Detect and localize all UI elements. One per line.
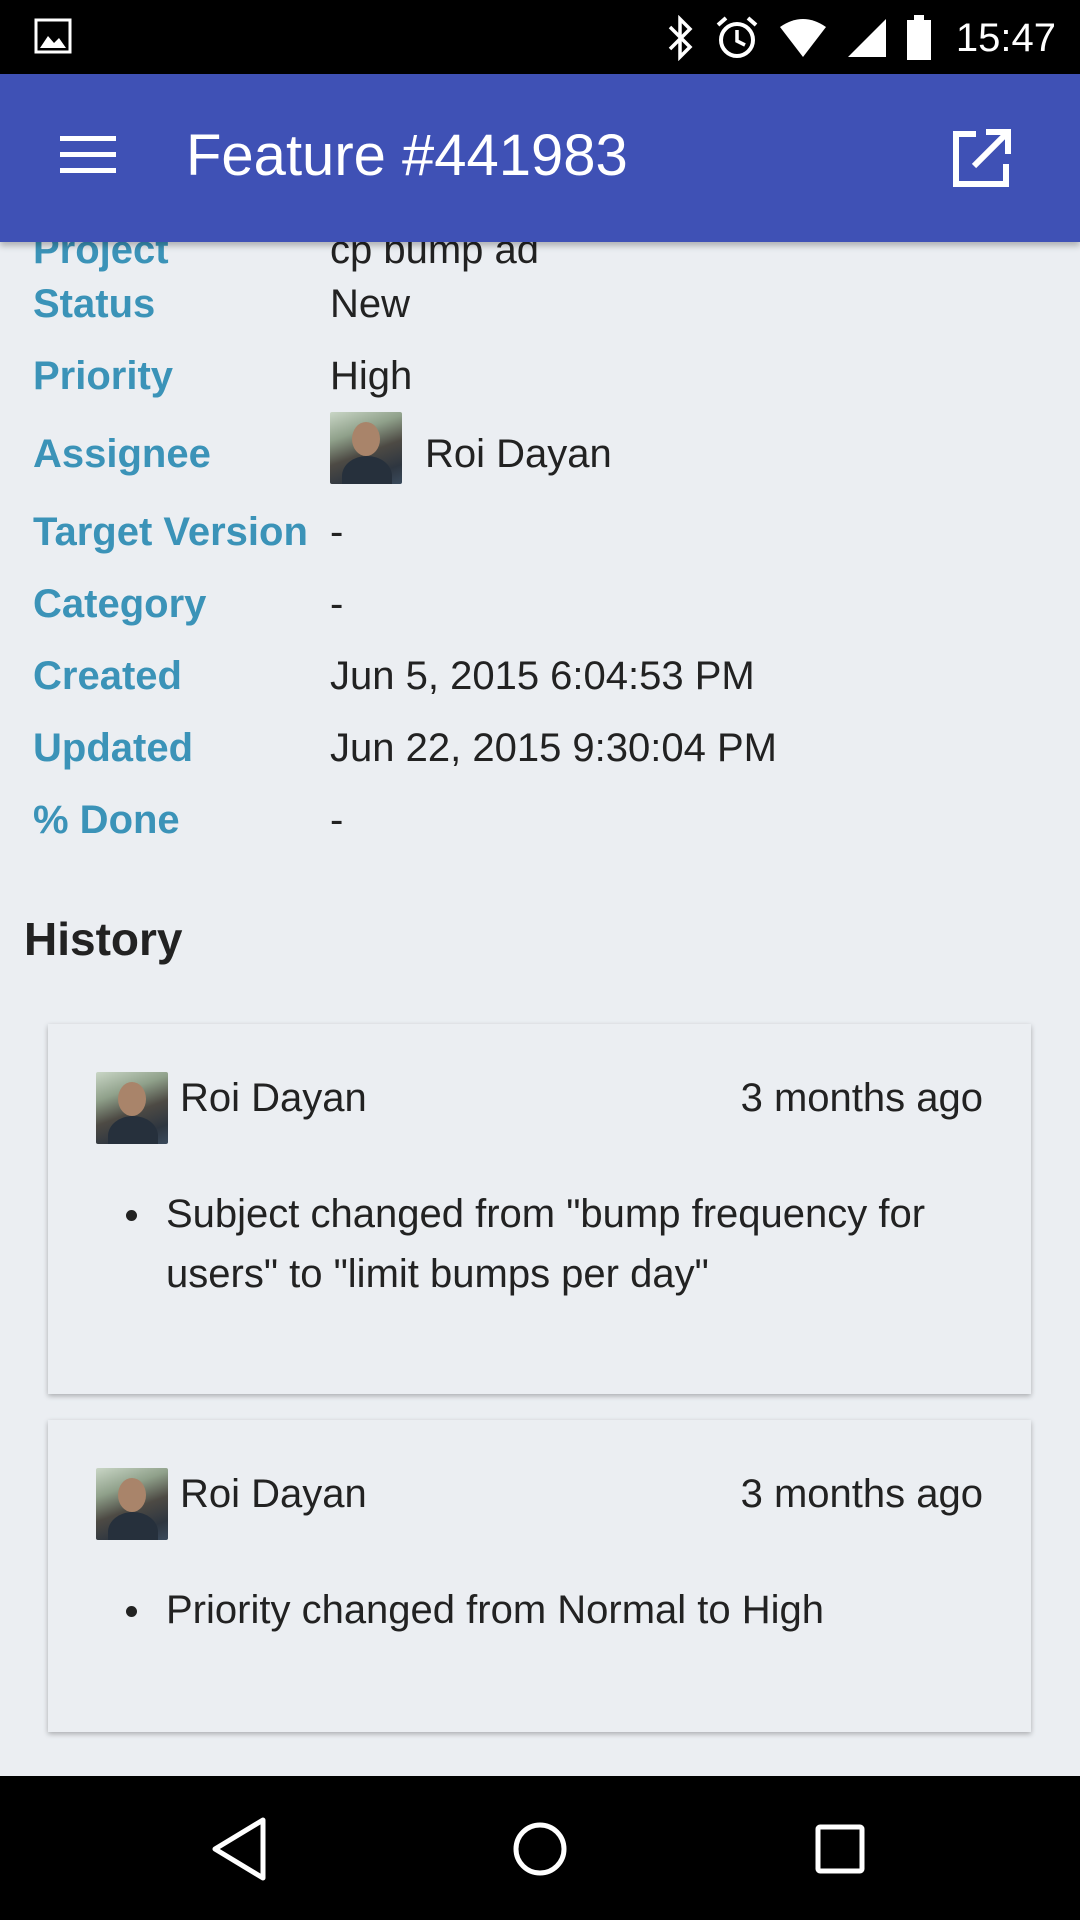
detail-row-updated: Updated Jun 22, 2015 9:30:04 PM [0, 726, 1080, 786]
navigation-bar [0, 1776, 1080, 1920]
detail-label: Status [33, 282, 156, 326]
detail-row-created: Created Jun 5, 2015 6:04:53 PM [0, 654, 1080, 714]
wifi-icon [778, 17, 828, 59]
issue-details: Project cp bump ad Status New Priority H… [0, 242, 1080, 1776]
menu-icon[interactable] [60, 134, 130, 182]
detail-label: Updated [33, 726, 193, 770]
alarm-icon [714, 15, 760, 61]
signal-icon [846, 17, 888, 59]
detail-label: Target Version [33, 510, 308, 554]
history-card: Roi Dayan 3 months ago Subject changed f… [48, 1024, 1031, 1394]
bluetooth-icon [666, 15, 696, 61]
detail-row-project: Project cp bump ad [0, 242, 1080, 272]
history-heading: History [24, 913, 183, 965]
detail-row-target-version: Target Version - [0, 510, 1080, 570]
detail-label: % Done [33, 798, 180, 842]
history-author: Roi Dayan [180, 1472, 367, 1516]
home-icon[interactable] [505, 1814, 575, 1884]
detail-value: - [330, 798, 344, 842]
app-bar: Feature #441983 [0, 74, 1080, 242]
detail-value: - [330, 510, 344, 554]
detail-label: Project [33, 242, 169, 272]
avatar [330, 412, 402, 484]
open-in-new-icon[interactable] [950, 128, 1012, 190]
change-item: Subject changed from "bump frequency for… [126, 1184, 966, 1304]
page-title: Feature #441983 [186, 123, 628, 188]
history-time: 3 months ago [740, 1076, 983, 1120]
detail-value: Jun 22, 2015 9:30:04 PM [330, 726, 777, 770]
battery-icon [906, 15, 932, 61]
detail-label: Priority [33, 354, 174, 398]
detail-label: Category [33, 582, 207, 626]
status-bar: 15:47 [0, 0, 1080, 74]
clock: 15:47 [955, 15, 1056, 60]
detail-row-status: Status New [0, 282, 1080, 342]
detail-value: - [330, 582, 344, 626]
detail-row-category: Category - [0, 582, 1080, 642]
detail-row-priority: Priority High [0, 354, 1080, 414]
image-icon [34, 18, 72, 54]
detail-value: cp bump ad [330, 242, 540, 272]
avatar [96, 1468, 168, 1540]
detail-value: Roi Dayan [425, 432, 612, 476]
history-card: Roi Dayan 3 months ago Priority changed … [48, 1420, 1031, 1732]
detail-value: New [330, 282, 411, 326]
avatar [96, 1072, 168, 1144]
detail-label: Created [33, 654, 182, 698]
history-time: 3 months ago [740, 1472, 983, 1516]
detail-value: High [330, 354, 413, 398]
history-author: Roi Dayan [180, 1076, 367, 1120]
change-list: Priority changed from Normal to High [126, 1580, 966, 1640]
back-icon[interactable] [205, 1814, 275, 1884]
detail-label: Assignee [33, 432, 211, 476]
change-item: Priority changed from Normal to High [126, 1580, 966, 1640]
change-list: Subject changed from "bump frequency for… [126, 1184, 966, 1304]
detail-row-assignee[interactable]: Assignee Roi Dayan [0, 412, 1080, 492]
detail-value: Jun 5, 2015 6:04:53 PM [330, 654, 755, 698]
recents-icon[interactable] [805, 1814, 875, 1884]
detail-row-done: % Done - [0, 798, 1080, 858]
